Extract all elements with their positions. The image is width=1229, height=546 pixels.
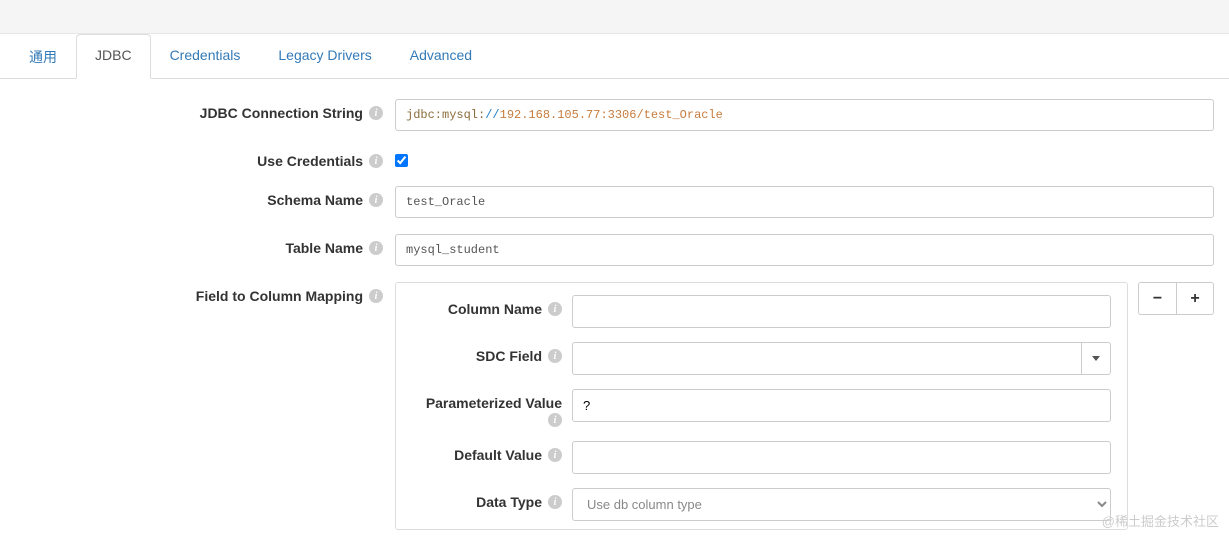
label-connection-string: JDBC Connection String i xyxy=(15,99,395,121)
info-icon[interactable]: i xyxy=(548,349,562,363)
info-icon[interactable]: i xyxy=(369,154,383,168)
info-icon[interactable]: i xyxy=(548,413,562,427)
label-text: Use Credentials xyxy=(257,153,363,169)
row-schema-name: Schema Name i xyxy=(15,186,1214,218)
input-wrap: jdbc:mysql://192.168.105.77:3306/test_Or… xyxy=(395,99,1214,131)
label-schema-name: Schema Name i xyxy=(15,186,395,208)
mapping-row-column-name: Column Name i xyxy=(412,295,1111,328)
mapping-label-default-value: Default Value i xyxy=(412,441,572,463)
remove-mapping-button[interactable]: − xyxy=(1138,282,1176,315)
row-field-mapping: Field to Column Mapping i Column Name i … xyxy=(15,282,1214,530)
label-text: Parameterized Value xyxy=(426,395,562,411)
mapping-label-data-type: Data Type i xyxy=(412,488,572,510)
use-credentials-checkbox[interactable] xyxy=(395,154,408,167)
input-wrap: Use db column type xyxy=(572,488,1111,521)
default-value-input[interactable] xyxy=(572,441,1111,474)
row-connection-string: JDBC Connection String i jdbc:mysql://19… xyxy=(15,99,1214,131)
mapping-label-sdc-field: SDC Field i xyxy=(412,342,572,364)
info-icon[interactable]: i xyxy=(369,289,383,303)
form-area: JDBC Connection String i jdbc:mysql://19… xyxy=(0,79,1229,530)
mapping-label-column-name: Column Name i xyxy=(412,295,572,317)
input-wrap xyxy=(395,234,1214,266)
info-icon[interactable]: i xyxy=(369,193,383,207)
info-icon[interactable]: i xyxy=(548,302,562,316)
conn-host: 192.168.105.77:3306 xyxy=(500,108,637,122)
info-icon[interactable]: i xyxy=(369,241,383,255)
info-icon[interactable]: i xyxy=(548,448,562,462)
dropdown-toggle-button[interactable] xyxy=(1081,342,1111,375)
tab-credentials[interactable]: Credentials xyxy=(151,34,260,79)
mapping-row-param-value: Parameterized Value i xyxy=(412,389,1111,427)
sdc-field-value[interactable] xyxy=(572,342,1081,375)
label-text: Data Type xyxy=(476,494,542,510)
param-value-input[interactable] xyxy=(572,389,1111,422)
label-field-mapping: Field to Column Mapping i xyxy=(15,282,395,304)
mapping-container: Column Name i SDC Field i xyxy=(395,282,1214,530)
watermark: @稀土掘金技术社区 xyxy=(1102,511,1219,530)
mapping-row-sdc-field: SDC Field i xyxy=(412,342,1111,375)
tabs-container: 通用 JDBC Credentials Legacy Drivers Advan… xyxy=(0,34,1229,79)
table-name-input[interactable] xyxy=(395,234,1214,266)
add-mapping-button[interactable]: + xyxy=(1176,282,1214,315)
input-wrap xyxy=(572,342,1111,375)
tab-legacy-drivers[interactable]: Legacy Drivers xyxy=(259,34,390,79)
mapping-box: Column Name i SDC Field i xyxy=(395,282,1128,530)
info-icon[interactable]: i xyxy=(548,495,562,509)
info-icon[interactable]: i xyxy=(369,106,383,120)
row-use-credentials: Use Credentials i xyxy=(15,147,1214,170)
input-wrap xyxy=(395,186,1214,218)
input-wrap xyxy=(572,441,1111,474)
label-table-name: Table Name i xyxy=(15,234,395,256)
conn-prefix: jdbc:mysql: xyxy=(406,108,485,122)
label-text: Schema Name xyxy=(267,192,363,208)
data-type-select[interactable]: Use db column type xyxy=(572,488,1111,521)
checkbox-wrap xyxy=(395,147,1214,170)
caret-down-icon xyxy=(1092,356,1100,361)
mapping-action-buttons: − + xyxy=(1138,282,1214,315)
conn-slash: // xyxy=(485,108,499,122)
label-text: Field to Column Mapping xyxy=(196,288,363,304)
top-bar xyxy=(0,0,1229,34)
mapping-label-param-value: Parameterized Value i xyxy=(412,389,572,427)
column-name-input[interactable] xyxy=(572,295,1111,328)
label-use-credentials: Use Credentials i xyxy=(15,147,395,169)
tab-advanced[interactable]: Advanced xyxy=(391,34,491,79)
sdc-field-dropdown[interactable] xyxy=(572,342,1111,375)
tab-jdbc[interactable]: JDBC xyxy=(76,34,151,79)
input-wrap xyxy=(572,389,1111,422)
tab-general[interactable]: 通用 xyxy=(10,34,76,79)
connection-string-input[interactable]: jdbc:mysql://192.168.105.77:3306/test_Or… xyxy=(395,99,1214,131)
label-text: Column Name xyxy=(448,301,542,317)
mapping-row-data-type: Data Type i Use db column type xyxy=(412,488,1111,521)
input-wrap xyxy=(572,295,1111,328)
row-table-name: Table Name i xyxy=(15,234,1214,266)
label-text: Default Value xyxy=(454,447,542,463)
conn-path: /test_Oracle xyxy=(636,108,722,122)
schema-name-input[interactable] xyxy=(395,186,1214,218)
mapping-row-default-value: Default Value i xyxy=(412,441,1111,474)
label-text: JDBC Connection String xyxy=(200,105,363,121)
label-text: Table Name xyxy=(285,240,363,256)
label-text: SDC Field xyxy=(476,348,542,364)
